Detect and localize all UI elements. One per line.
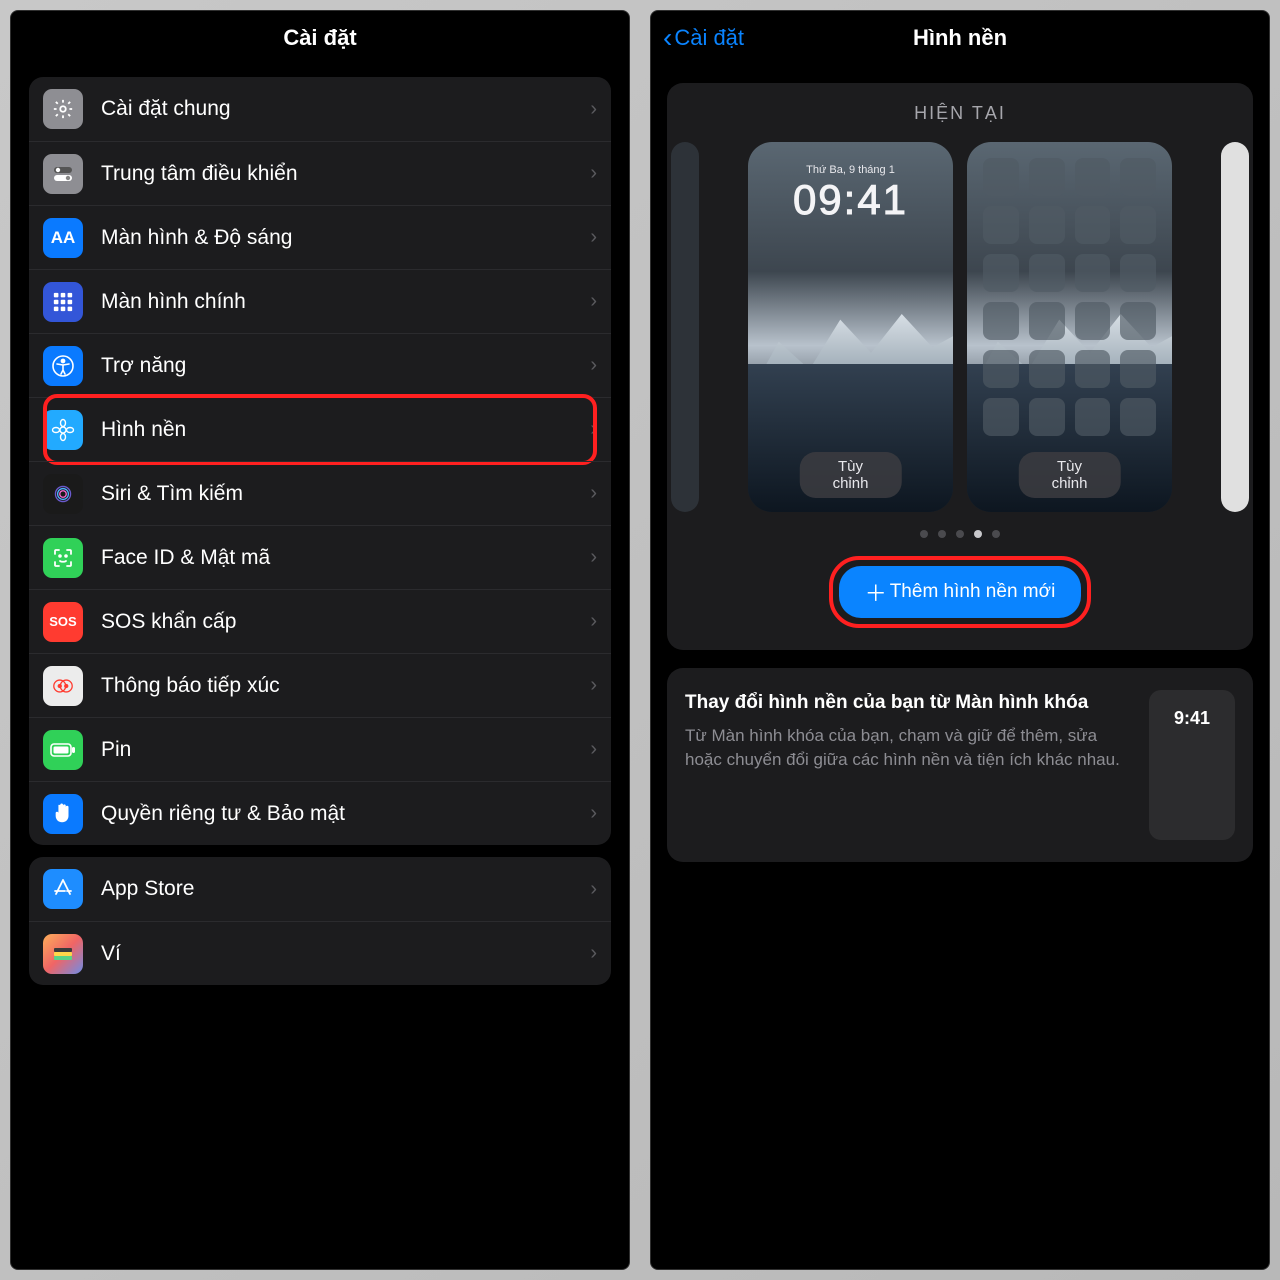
row-label: Thông báo tiếp xúc (83, 674, 590, 698)
settings-row-sos[interactable]: SOSSOS khẩn cấp› (29, 589, 611, 653)
wallpaper-icon (43, 410, 83, 450)
panel-section-title: HIỆN TẠI (681, 103, 1239, 124)
settings-row-general[interactable]: Cài đặt chung› (29, 77, 611, 141)
lock-screen-preview[interactable]: Thứ Ba, 9 tháng 1 09:41 Tùy chỉnh (748, 142, 953, 512)
access-icon (43, 346, 83, 386)
appstore-icon (43, 869, 83, 909)
info-title: Thay đổi hình nền của bạn từ Màn hình kh… (685, 690, 1131, 716)
add-wallpaper-button[interactable]: ＋ Thêm hình nền mới (839, 566, 1082, 618)
chevron-right-icon: › (590, 878, 597, 901)
settings-row-access[interactable]: Trợ năng› (29, 333, 611, 397)
customize-lock-button[interactable]: Tùy chỉnh (799, 452, 902, 498)
page-dot[interactable] (938, 530, 946, 538)
back-label: Cài đặt (674, 25, 744, 51)
current-wallpaper-panel: HIỆN TẠI Thứ Ba, 9 tháng 1 09:41 Tùy chỉ… (667, 83, 1253, 650)
row-label: Màn hình chính (83, 290, 590, 314)
chevron-right-icon: › (590, 482, 597, 505)
nav-bar: ‹ Cài đặt Hình nền (651, 11, 1269, 65)
row-label: Trợ năng (83, 354, 590, 378)
home-icon (43, 282, 83, 322)
wallpaper-screen: ‹ Cài đặt Hình nền HIỆN TẠI Thứ Ba, 9 th… (650, 10, 1270, 1270)
settings-screen: Cài đặt Cài đặt chung›Trung tâm điều khi… (10, 10, 630, 1270)
faceid-icon (43, 538, 83, 578)
wallet-icon (43, 934, 83, 974)
chevron-right-icon: › (590, 354, 597, 377)
row-label: Cài đặt chung (83, 97, 590, 121)
row-label: SOS khẩn cấp (83, 610, 590, 634)
chevron-right-icon: › (590, 738, 597, 761)
info-thumbnail: 9:41 (1149, 690, 1235, 840)
settings-row-exposure[interactable]: Thông báo tiếp xúc› (29, 653, 611, 717)
page-dots (681, 530, 1239, 538)
row-label: Quyền riêng tư & Bảo mật (83, 802, 590, 826)
page-dot[interactable] (992, 530, 1000, 538)
chevron-right-icon: › (590, 98, 597, 121)
chevron-right-icon: › (590, 802, 597, 825)
settings-row-privacy[interactable]: Quyền riêng tư & Bảo mật› (29, 781, 611, 845)
preview-peek-prev[interactable] (671, 142, 699, 512)
row-label: Ví (83, 942, 590, 966)
info-body: Từ Màn hình khóa của bạn, chạm và giữ để… (685, 724, 1131, 773)
info-card: Thay đổi hình nền của bạn từ Màn hình kh… (667, 668, 1253, 862)
row-label: App Store (83, 877, 590, 901)
chevron-right-icon: › (590, 674, 597, 697)
settings-row-battery[interactable]: Pin› (29, 717, 611, 781)
page-dot[interactable] (974, 530, 982, 538)
customize-home-button[interactable]: Tùy chỉnh (1018, 452, 1121, 498)
row-label: Màn hình & Độ sáng (83, 226, 590, 250)
settings-section: Cài đặt chung›Trung tâm điều khiển›AAMàn… (29, 77, 611, 845)
preview-peek-next[interactable] (1221, 142, 1249, 512)
settings-row-wallpaper[interactable]: Hình nền› (29, 397, 611, 461)
sos-icon: SOS (43, 602, 83, 642)
privacy-icon (43, 794, 83, 834)
page-dot[interactable] (956, 530, 964, 538)
control-center-icon (43, 154, 83, 194)
chevron-right-icon: › (590, 290, 597, 313)
row-label: Pin (83, 738, 590, 762)
page-dot[interactable] (920, 530, 928, 538)
add-wallpaper-label: Thêm hình nền mới (890, 581, 1056, 603)
row-label: Trung tâm điều khiển (83, 162, 590, 186)
settings-row-siri[interactable]: Siri & Tìm kiếm› (29, 461, 611, 525)
lock-date: Thứ Ba, 9 tháng 1 (748, 164, 953, 176)
settings-row-display[interactable]: AAMàn hình & Độ sáng› (29, 205, 611, 269)
row-label: Siri & Tìm kiếm (83, 482, 590, 506)
header-title: Cài đặt (11, 11, 629, 65)
settings-row-home[interactable]: Màn hình chính› (29, 269, 611, 333)
settings-row-appstore[interactable]: App Store› (29, 857, 611, 921)
settings-row-faceid[interactable]: Face ID & Mật mã› (29, 525, 611, 589)
row-label: Face ID & Mật mã (83, 546, 590, 570)
chevron-right-icon: › (590, 418, 597, 441)
add-wallpaper-highlight: ＋ Thêm hình nền mới (829, 556, 1092, 628)
home-screen-preview[interactable]: Tùy chỉnh (967, 142, 1172, 512)
chevron-left-icon: ‹ (663, 22, 672, 54)
chevron-right-icon: › (590, 942, 597, 965)
row-label: Hình nền (83, 418, 590, 442)
lock-time: 09:41 (748, 176, 953, 224)
chevron-right-icon: › (590, 610, 597, 633)
page-title: Hình nền (913, 25, 1007, 51)
battery-icon (43, 730, 83, 770)
general-icon (43, 89, 83, 129)
settings-row-control-center[interactable]: Trung tâm điều khiển› (29, 141, 611, 205)
wallpaper-previews: Thứ Ba, 9 tháng 1 09:41 Tùy chỉnh Tùy ch… (681, 142, 1239, 512)
settings-section: App Store›Ví› (29, 857, 611, 985)
siri-icon (43, 474, 83, 514)
plus-icon: ＋ (865, 576, 887, 608)
settings-row-wallet[interactable]: Ví› (29, 921, 611, 985)
exposure-icon (43, 666, 83, 706)
display-icon: AA (43, 218, 83, 258)
back-button[interactable]: ‹ Cài đặt (663, 22, 744, 54)
chevron-right-icon: › (590, 226, 597, 249)
chevron-right-icon: › (590, 546, 597, 569)
info-thumb-time: 9:41 (1174, 708, 1210, 729)
chevron-right-icon: › (590, 162, 597, 185)
